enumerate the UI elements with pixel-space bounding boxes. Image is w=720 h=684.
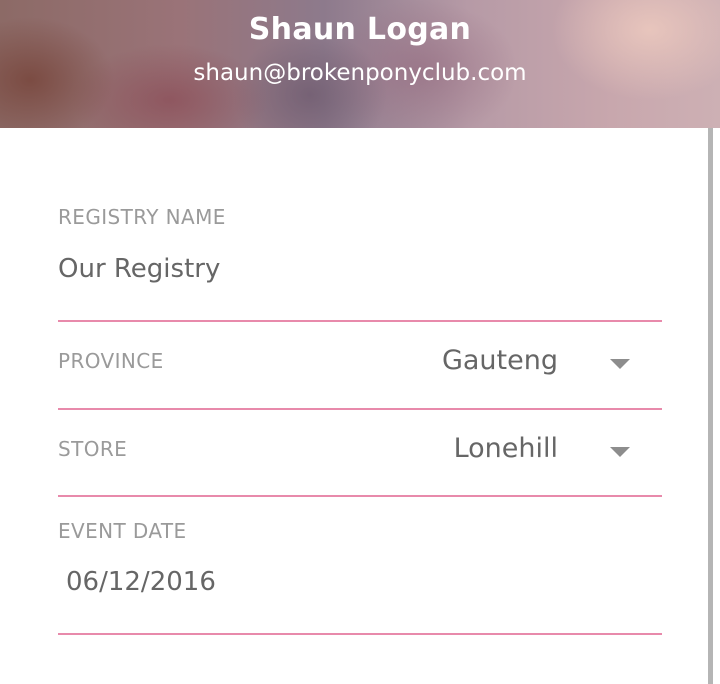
event-date-underline	[58, 633, 662, 635]
store-underline	[58, 495, 662, 497]
store-label: STORE	[58, 437, 128, 461]
profile-header: Shaun Logan shaun@brokenponyclub.com	[0, 0, 720, 128]
registry-name-input[interactable]: Our Registry	[58, 254, 220, 284]
registry-form-page: Shaun Logan shaun@brokenponyclub.com REG…	[0, 0, 720, 684]
scrollbar[interactable]	[708, 128, 713, 684]
province-select[interactable]: Gauteng	[442, 345, 558, 376]
registry-name-label: REGISTRY NAME	[58, 205, 226, 229]
user-name: Shaun Logan	[248, 12, 472, 47]
chevron-down-icon[interactable]	[610, 447, 630, 457]
province-label: PROVINCE	[58, 349, 164, 373]
user-email: shaun@brokenponyclub.com	[193, 60, 527, 86]
store-select[interactable]: Lonehill	[454, 433, 558, 464]
event-date-input[interactable]: 06/12/2016	[66, 567, 216, 597]
chevron-down-icon[interactable]	[610, 359, 630, 369]
province-underline	[58, 408, 662, 410]
event-date-label: EVENT DATE	[58, 519, 187, 543]
registry-name-underline	[58, 320, 662, 322]
